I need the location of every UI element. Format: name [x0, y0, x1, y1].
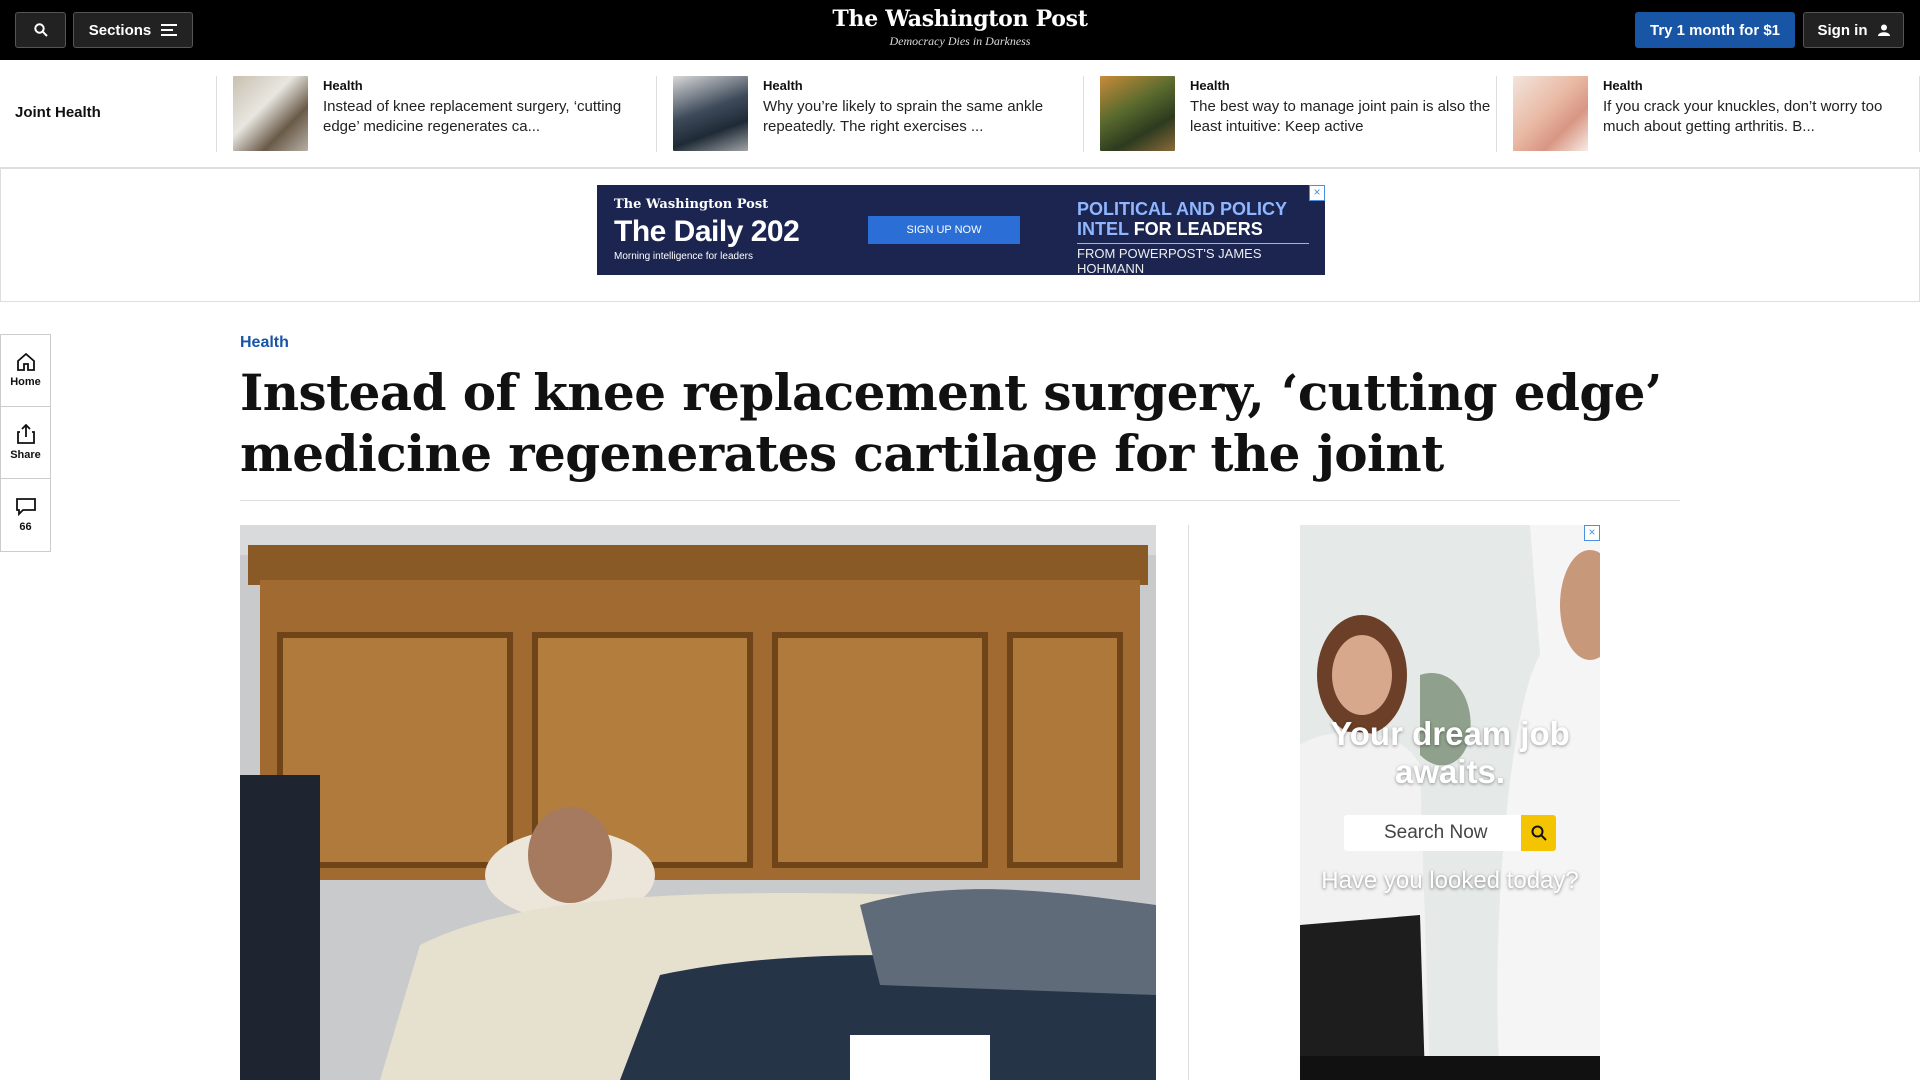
ad-promo-intel: INTEL: [1077, 219, 1129, 239]
ad-background-image: [1300, 525, 1600, 1080]
strip-article-1[interactable]: Health Instead of knee replacement surge…: [216, 76, 656, 152]
ad-brand: The Washington Post: [614, 197, 769, 212]
share-icon: [16, 424, 35, 444]
ad-promo-line-1: POLITICAL AND POLICY: [1077, 199, 1288, 219]
ad-headline: Your dream job awaits.: [1330, 715, 1570, 790]
left-action-rail: Home Share 66: [0, 334, 51, 552]
search-icon: [1531, 825, 1547, 841]
site-logo[interactable]: The Washington Post Democracy Dies in Da…: [760, 6, 1160, 49]
share-button[interactable]: Share: [1, 407, 50, 479]
daily-202-banner-ad[interactable]: The Washington Post The Daily 202 Mornin…: [597, 185, 1325, 276]
strip-kicker: Health: [1603, 78, 1643, 93]
sign-in-label: Sign in: [1817, 21, 1868, 39]
strip-article-4[interactable]: Health If you crack your knuckles, don’t…: [1496, 76, 1920, 152]
column-divider: [1188, 525, 1189, 1080]
logo-wordmark: The Washington Post: [832, 6, 1088, 32]
strip-headline: If you crack your knuckles, don’t worry …: [1603, 98, 1883, 135]
ad-close-icon[interactable]: ×: [1584, 525, 1600, 541]
top-navigation-bar: Sections The Washington Post Democracy D…: [0, 0, 1920, 60]
sections-button[interactable]: Sections: [73, 12, 193, 48]
comments-button[interactable]: 66: [1, 479, 50, 551]
strip-kicker: Health: [1190, 78, 1230, 93]
article-headline: Instead of knee replacement surgery, ‘cu…: [240, 363, 1662, 483]
sections-label: Sections: [88, 21, 152, 39]
ad-tagline: Have you looked today?: [1321, 867, 1579, 894]
user-icon: [1877, 24, 1890, 36]
home-label: Home: [10, 376, 41, 388]
share-label: Share: [10, 449, 41, 461]
strip-thumbnail-2: [673, 76, 748, 151]
search-button[interactable]: [15, 12, 66, 48]
sign-in-button[interactable]: Sign in: [1803, 12, 1904, 48]
home-icon: [16, 353, 35, 371]
ad-subtitle: Morning intelligence for leaders: [614, 251, 753, 262]
strip-kicker: Health: [323, 78, 363, 93]
comment-icon: [15, 497, 36, 516]
article-kicker[interactable]: Health: [240, 334, 289, 352]
article-lead-photo[interactable]: [240, 525, 1156, 1080]
search-icon: [33, 23, 48, 37]
strip-thumbnail-3: [1100, 76, 1175, 151]
ad-search-button[interactable]: [1521, 815, 1556, 851]
logo-tagline: Democracy Dies in Darkness: [889, 34, 1031, 48]
strip-headline: Why you’re likely to sprain the same ank…: [763, 98, 1044, 135]
strip-thumbnail-1: [233, 76, 308, 151]
ad-promo-footer: FROM POWERPOST'S JAMES HOHMANN: [1077, 243, 1309, 276]
topic-strip-title[interactable]: Joint Health: [15, 104, 101, 121]
menu-icon: [161, 24, 178, 36]
ad-title: The Daily 202: [614, 215, 800, 248]
strip-article-3[interactable]: Health The best way to manage joint pain…: [1083, 76, 1496, 152]
ad-signup-button[interactable]: SIGN UP NOW: [868, 216, 1020, 244]
headline-divider: [240, 500, 1680, 501]
strip-kicker: Health: [763, 78, 803, 93]
strip-headline: Instead of knee replacement surgery, ‘cu…: [323, 98, 622, 135]
home-button[interactable]: Home: [1, 335, 50, 407]
topic-strip: Joint Health Health Instead of knee repl…: [0, 60, 1920, 168]
strip-thumbnail-4: [1513, 76, 1588, 151]
ad-promo-line-2: INTEL FOR LEADERS: [1077, 219, 1287, 239]
ad-promo-text: POLITICAL AND POLICY INTEL FOR LEADERS: [1077, 199, 1287, 239]
strip-headline: The best way to manage joint pain is als…: [1190, 98, 1491, 135]
strip-article-2[interactable]: Health Why you’re likely to sprain the s…: [656, 76, 1083, 152]
lead-photo-image: [240, 525, 1156, 1080]
ad-close-icon[interactable]: ×: [1309, 185, 1325, 201]
subscribe-trial-button[interactable]: Try 1 month for $1: [1635, 12, 1795, 48]
ad-promo-for-leaders: FOR LEADERS: [1133, 219, 1263, 239]
job-search-ad[interactable]: Your dream job awaits. Search Now Have y…: [1300, 525, 1600, 1080]
ad-bottom-bar: [1300, 1056, 1600, 1080]
comments-count: 66: [19, 520, 32, 533]
top-ad-slot: The Washington Post The Daily 202 Mornin…: [0, 168, 1920, 302]
